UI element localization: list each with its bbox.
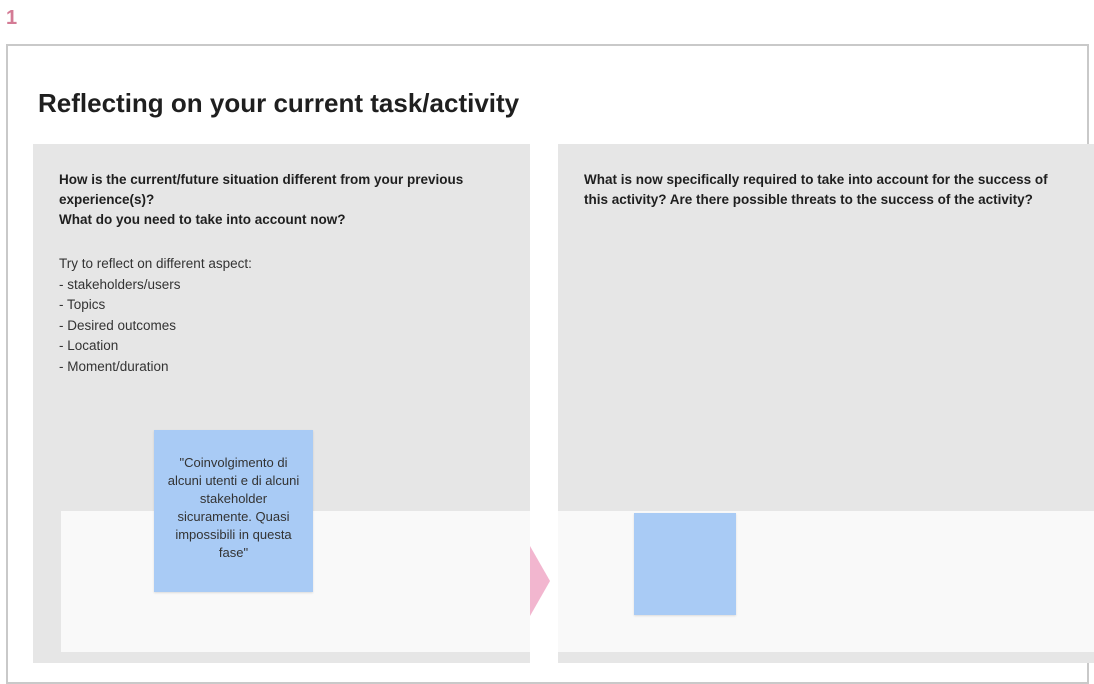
- right-panel-heading: What is now specifically required to tak…: [584, 172, 1048, 207]
- frame-number: 1: [6, 7, 18, 29]
- aspect-item: - stakeholders/users: [59, 276, 181, 292]
- aspects-intro: Try to reflect on different aspect:: [59, 256, 252, 271]
- sticky-note-empty[interactable]: [634, 513, 736, 615]
- frame-title: Reflecting on your current task/activity: [38, 88, 520, 118]
- aspect-item: - Topics: [59, 297, 106, 312]
- sticky-note[interactable]: "Coinvolgimento di alcuni utenti e di al…: [154, 430, 313, 592]
- left-panel-body: Try to reflect on different aspect: - st…: [59, 254, 509, 377]
- left-panel-heading-line-1: How is the current/future situation diff…: [59, 172, 464, 207]
- aspect-item: - Desired outcomes: [59, 317, 177, 333]
- aspect-item: - Moment/duration: [59, 358, 169, 374]
- left-panel-heading-line-2: What do you need to take into account no…: [59, 212, 346, 227]
- aspect-item: - Location: [59, 338, 119, 353]
- left-panel-heading: How is the current/future situation diff…: [59, 170, 509, 230]
- arrow-right-icon: [530, 546, 550, 616]
